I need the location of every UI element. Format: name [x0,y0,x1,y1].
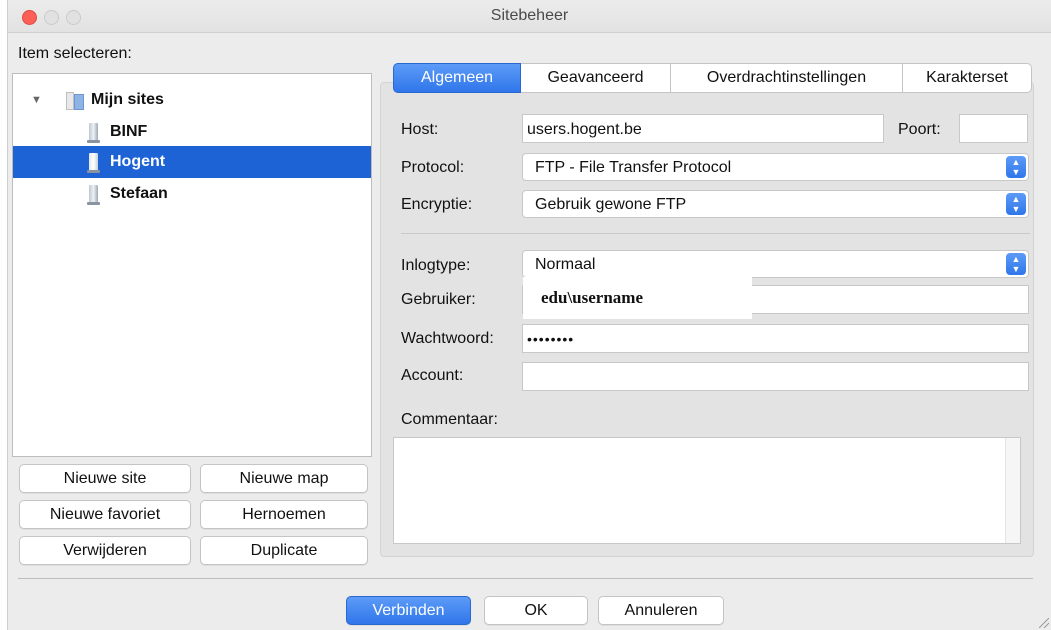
window-title: Sitebeheer [490,7,569,24]
logontype-label: Inlogtype: [401,257,471,274]
logontype-select[interactable]: Normaal ▲ ▼ [522,250,1029,278]
footer-divider [18,578,1033,579]
user-value[interactable]: edu\username [523,277,752,319]
tree-item-my-sites[interactable]: ▼ Mijn sites [13,84,371,116]
comments-scrollbar[interactable] [1005,438,1020,543]
tab-charset[interactable]: Karakterset [903,63,1032,93]
port-label: Poort: [898,121,941,138]
folder-icon [66,92,84,110]
tree-item-label: Hogent [110,153,166,170]
updown-arrows-icon: ▲ ▼ [1006,193,1026,215]
rename-button[interactable]: Hernoemen [200,500,368,529]
server-icon [87,185,100,205]
tree-item-label: BINF [110,123,148,140]
server-icon [87,153,100,173]
new-site-button[interactable]: Nieuwe site [19,464,191,493]
site-tree[interactable]: ▼ Mijn sites BINF Hogent Stefaan [12,73,372,457]
account-field[interactable] [522,362,1029,391]
tab-transfer-settings[interactable]: Overdrachtinstellingen [671,63,903,93]
connect-button[interactable]: Verbinden [346,596,471,625]
port-field[interactable] [959,114,1028,143]
cancel-button[interactable]: Annuleren [598,596,724,625]
new-folder-button[interactable]: Nieuwe map [200,464,368,493]
tab-general[interactable]: Algemeen [393,63,521,93]
password-label: Wachtwoord: [401,330,494,347]
user-label: Gebruiker: [401,291,476,308]
title-bar: Sitebeheer [8,0,1051,33]
tab-advanced[interactable]: Geavanceerd [521,63,671,93]
host-label: Host: [401,121,439,138]
resize-grip-icon[interactable] [1039,618,1049,628]
comments-label: Commentaar: [401,411,498,428]
password-field[interactable]: •••••••• [522,324,1029,353]
encryption-select[interactable]: Gebruik gewone FTP ▲ ▼ [522,190,1029,218]
protocol-select[interactable]: FTP - File Transfer Protocol ▲ ▼ [522,153,1029,181]
updown-arrows-icon: ▲ ▼ [1006,156,1026,178]
item-select-label: Item selecteren: [18,45,132,62]
protocol-label: Protocol: [401,159,465,176]
tree-item-binf[interactable]: BINF [13,116,371,148]
updown-arrows-icon: ▲ ▼ [1006,253,1026,275]
tree-item-label: Stefaan [110,185,168,202]
tree-item-stefaan[interactable]: Stefaan [13,178,371,210]
protocol-value: FTP - File Transfer Protocol [535,159,732,176]
duplicate-button[interactable]: Duplicate [200,536,368,565]
new-bookmark-button[interactable]: Nieuwe favoriet [19,500,191,529]
ok-button[interactable]: OK [484,596,588,625]
encryption-value: Gebruik gewone FTP [535,196,687,213]
tree-item-label: Mijn sites [91,91,164,108]
server-icon [87,123,100,143]
logontype-value: Normaal [535,256,596,273]
divider [401,233,1030,234]
encryption-label: Encryptie: [401,196,473,213]
comments-textarea[interactable] [393,437,1021,544]
disclosure-triangle-icon[interactable]: ▼ [31,84,42,116]
settings-tabs: Algemeen Geavanceerd Overdrachtinstellin… [393,63,1032,93]
delete-button[interactable]: Verwijderen [19,536,191,565]
host-field[interactable]: users.hogent.be [522,114,884,143]
account-label: Account: [401,367,464,384]
tree-item-hogent[interactable]: Hogent [13,146,371,178]
